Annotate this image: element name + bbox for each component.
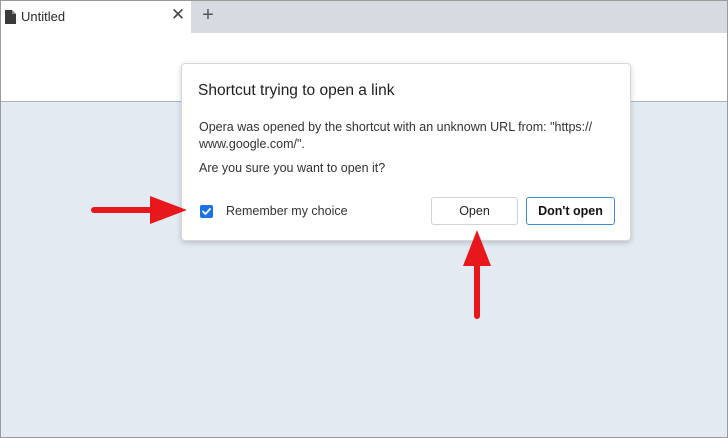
document-icon [5,10,16,24]
dialog-question: Are you sure you want to open it? [199,161,386,175]
tab-untitled[interactable]: Untitled ✕ [0,0,191,33]
tab-title: Untitled [21,9,66,24]
checkmark-icon [202,208,211,215]
arrow-to-checkbox [91,196,187,224]
tab-strip: Untitled ✕ + [0,0,728,33]
remember-choice-label[interactable]: Remember my choice [226,204,348,218]
new-tab-button[interactable]: + [198,4,218,26]
dont-open-button[interactable]: Don't open [526,197,615,225]
open-button[interactable]: Open [431,197,518,225]
remember-choice-checkbox[interactable] [200,205,213,218]
dialog-message-line2: www.google.com/". [199,137,305,151]
dialog-message: Opera was opened by the shortcut with an… [199,119,599,153]
dialog-message-line1: Opera was opened by the shortcut with an… [199,120,593,134]
open-link-dialog: Shortcut trying to open a link Opera was… [181,63,631,241]
dialog-title: Shortcut trying to open a link [198,82,395,99]
close-icon[interactable]: ✕ [170,6,186,23]
arrow-to-open-button [463,230,491,319]
